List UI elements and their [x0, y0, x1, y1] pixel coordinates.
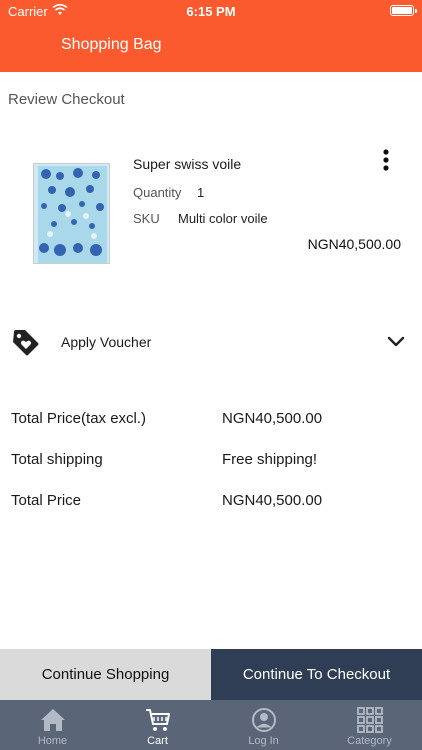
fabric-image — [34, 164, 109, 263]
tab-cart[interactable]: Cart — [105, 700, 210, 750]
total-label: Total Price — [11, 492, 82, 509]
sku-label: SKU — [133, 211, 160, 226]
total-value: Free shipping! — [222, 451, 318, 468]
apply-voucher-label: Apply Voucher — [61, 334, 152, 350]
chevron-down-icon[interactable] — [387, 336, 405, 348]
app-header: Carrier 6:15 PM Shopping Bag — [0, 0, 422, 72]
status-bar: Carrier 6:15 PM — [0, 0, 422, 22]
quantity-label: Quantity — [133, 185, 182, 200]
apply-voucher-row[interactable]: Apply Voucher — [0, 324, 422, 362]
total-value: NGN40,500.00 — [222, 492, 323, 509]
tag-heart-icon — [13, 330, 39, 356]
total-price-tax-excl-row: Total Price(tax excl.) NGN40,500.00 — [0, 408, 422, 432]
total-shipping-row: Total shipping Free shipping! — [0, 449, 422, 473]
continue-checkout-button[interactable]: Continue To Checkout — [211, 649, 422, 700]
battery-icon — [390, 5, 417, 16]
product-image[interactable] — [33, 163, 110, 264]
product-price: NGN40,500.00 — [307, 236, 401, 252]
grid-icon — [356, 707, 383, 733]
cart-icon — [145, 709, 170, 731]
tab-home[interactable]: Home — [0, 700, 105, 750]
tab-category[interactable]: Category — [317, 700, 422, 750]
sku-value: Multi color voile — [178, 211, 268, 226]
tab-bar: Home Cart Log In Category — [0, 700, 422, 750]
total-price-row: Total Price NGN40,500.00 — [0, 490, 422, 514]
more-options-icon[interactable] — [379, 149, 393, 171]
home-icon — [40, 709, 65, 731]
status-time: 6:15 PM — [186, 4, 236, 19]
quantity-value: 1 — [197, 185, 205, 200]
tab-login[interactable]: Log In — [211, 700, 316, 750]
tab-label: Home — [37, 735, 68, 747]
section-title: Review Checkout — [8, 91, 125, 108]
user-icon — [251, 708, 276, 732]
total-label: Total shipping — [11, 451, 103, 468]
continue-shopping-button[interactable]: Continue Shopping — [0, 649, 211, 700]
total-label: Total Price(tax excl.) — [11, 410, 147, 427]
page-title: Shopping Bag — [61, 36, 162, 53]
tab-label: Cart — [147, 735, 168, 747]
tab-label: Log In — [248, 735, 279, 747]
product-name[interactable]: Super swiss voile — [133, 156, 241, 172]
tab-label: Category — [347, 735, 392, 747]
total-value: NGN40,500.00 — [222, 410, 323, 427]
